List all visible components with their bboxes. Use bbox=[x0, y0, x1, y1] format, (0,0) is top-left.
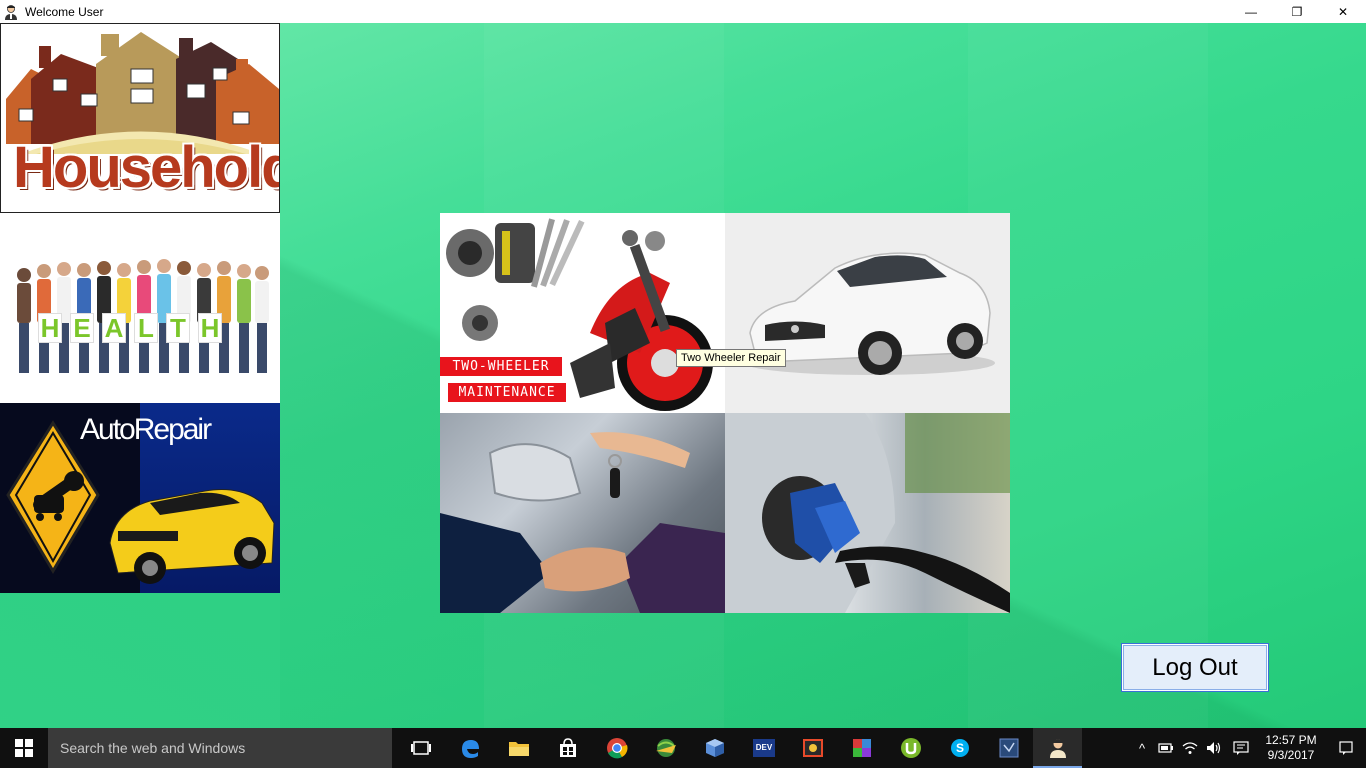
store-bag-icon bbox=[559, 738, 576, 757]
search-placeholder: Search the web and Windows bbox=[60, 740, 246, 756]
logout-button[interactable]: Log Out bbox=[1121, 643, 1269, 692]
autorepair-label: AutoRepair bbox=[80, 413, 212, 446]
volume-icon[interactable] bbox=[1202, 728, 1226, 768]
task-view-button[interactable] bbox=[396, 728, 445, 768]
notification-icon bbox=[1339, 741, 1353, 755]
task-view-icon bbox=[410, 741, 431, 755]
user-avatar-icon bbox=[3, 4, 19, 20]
store-button[interactable] bbox=[543, 728, 592, 768]
health-letter: T bbox=[166, 313, 190, 343]
globe-arrow-icon bbox=[655, 739, 676, 757]
title-bar: Welcome User — ❐ ✕ bbox=[0, 0, 1366, 23]
autorepair-tile[interactable]: AutoRepair bbox=[0, 403, 280, 593]
clock[interactable]: 12:57 PM 9/3/2017 bbox=[1256, 733, 1326, 763]
utorrent-button[interactable] bbox=[886, 728, 935, 768]
health-letter: H bbox=[198, 313, 222, 343]
tooltip: Two Wheeler Repair bbox=[676, 349, 786, 367]
system-tray: ^ 12:57 PM 9/3/2017 bbox=[1130, 728, 1366, 768]
car-handover-tile[interactable] bbox=[440, 413, 725, 613]
household-tile[interactable]: Household bbox=[0, 23, 280, 213]
svg-text:DEV: DEV bbox=[755, 743, 772, 752]
start-button[interactable] bbox=[0, 728, 48, 768]
action-center-button[interactable] bbox=[1326, 728, 1366, 768]
taskbar: Search the web and Windows DEV S ^ 12:57… bbox=[0, 728, 1366, 768]
chrome-icon bbox=[606, 738, 627, 759]
file-explorer-button[interactable] bbox=[494, 728, 543, 768]
user-avatar-icon bbox=[1049, 739, 1066, 758]
chrome-button[interactable] bbox=[592, 728, 641, 768]
wifi-icon[interactable] bbox=[1178, 728, 1202, 768]
main-window-area: Household H E A L T H AutoRepair TWO-WHE… bbox=[0, 23, 1366, 728]
media-player-icon bbox=[802, 739, 823, 757]
services-grid: TWO-WHEELER MAINTENANCE bbox=[440, 213, 1010, 613]
minimize-button[interactable]: — bbox=[1228, 0, 1274, 23]
skype-icon: S bbox=[950, 739, 969, 757]
clock-date: 9/3/2017 bbox=[1267, 748, 1315, 762]
restore-button[interactable]: ❐ bbox=[1274, 0, 1320, 23]
health-letter: H bbox=[38, 313, 62, 343]
search-box[interactable]: Search the web and Windows bbox=[48, 728, 392, 768]
devcpp-button[interactable]: DEV bbox=[739, 728, 788, 768]
clock-time: 12:57 PM bbox=[1265, 733, 1317, 747]
welcome-user-app-button[interactable] bbox=[1033, 728, 1082, 768]
handshake-keys-illustration-icon bbox=[440, 432, 725, 613]
dev-ide-icon: DEV bbox=[752, 739, 775, 757]
two-wheeler-repair-tile[interactable]: TWO-WHEELER MAINTENANCE bbox=[440, 213, 725, 413]
car-service-tile[interactable] bbox=[725, 213, 1010, 413]
chevron-up-icon[interactable]: ^ bbox=[1130, 728, 1154, 768]
virtualbox-button[interactable] bbox=[690, 728, 739, 768]
people-group-illustration-icon bbox=[17, 259, 269, 373]
ime-icon[interactable] bbox=[1226, 728, 1256, 768]
network-app-button[interactable] bbox=[641, 728, 690, 768]
battery-icon[interactable] bbox=[1154, 728, 1178, 768]
maintenance-label: MAINTENANCE bbox=[448, 383, 566, 402]
window-title: Welcome User bbox=[25, 4, 104, 19]
health-tile[interactable]: H E A L T H bbox=[0, 213, 280, 403]
winrar-button[interactable] bbox=[837, 728, 886, 768]
two-wheeler-label: TWO-WHEELER bbox=[440, 357, 562, 376]
fuel-nozzle-illustration-icon bbox=[725, 413, 1010, 613]
vs-code-button[interactable] bbox=[984, 728, 1033, 768]
fuel-service-tile[interactable] bbox=[725, 413, 1010, 613]
skype-button[interactable]: S bbox=[935, 728, 984, 768]
close-button[interactable]: ✕ bbox=[1320, 0, 1366, 23]
health-letters: H E A L T H bbox=[38, 313, 222, 343]
white-car-illustration-icon bbox=[745, 252, 995, 375]
health-letter: A bbox=[102, 313, 126, 343]
ide-icon bbox=[999, 738, 1018, 758]
media-app-button[interactable] bbox=[788, 728, 837, 768]
colored-blocks-icon bbox=[852, 739, 871, 757]
health-letter: E bbox=[70, 313, 94, 343]
household-label: Household bbox=[13, 135, 280, 200]
edge-browser-button[interactable] bbox=[445, 728, 494, 768]
utorrent-icon bbox=[900, 738, 921, 758]
folder-icon bbox=[508, 742, 529, 756]
svg-text:S: S bbox=[955, 741, 963, 755]
edge-icon bbox=[461, 740, 479, 758]
health-letter: L bbox=[134, 313, 158, 343]
windows-logo-icon bbox=[15, 739, 33, 757]
cube-icon bbox=[705, 739, 724, 757]
